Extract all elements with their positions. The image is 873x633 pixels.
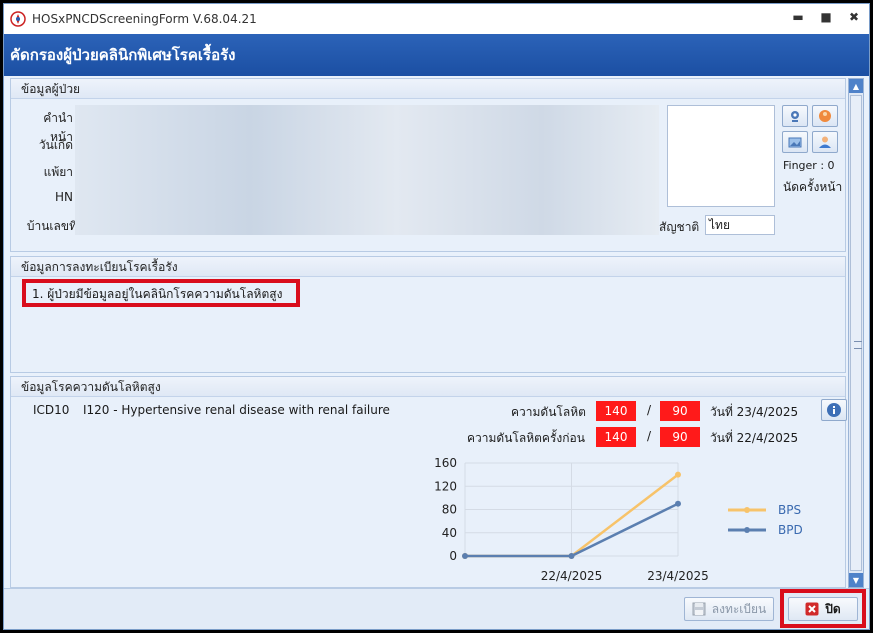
patient-info-group: ข้อมูลผู้ป่วย คำนำหน้า วันเกิด แพ้ยา HN … — [10, 78, 846, 252]
x-tick-label: 22/4/2025 — [541, 569, 603, 583]
redacted-patient-fields — [75, 105, 659, 235]
allergy-label: แพ้ยา — [43, 165, 73, 179]
finger-count: Finger : 0 — [783, 159, 835, 172]
patient-section-title: ข้อมูลผู้ป่วย — [11, 79, 845, 99]
next-appointment-label: นัดครั้งหน้า — [783, 180, 843, 194]
data-point-bpd — [675, 500, 681, 507]
webcam-button[interactable] — [782, 105, 808, 127]
scroll-down-icon[interactable]: ▼ — [849, 573, 863, 587]
y-tick-label: 0 — [449, 549, 457, 563]
user-icon — [819, 136, 831, 148]
vertical-scrollbar[interactable]: ▲ ▼ — [848, 78, 864, 588]
icd-label: ICD10 — [33, 403, 70, 417]
registration-section-title: ข้อมูลการลงทะเบียนโรคเรื้อรัง — [11, 257, 845, 277]
nationality-field[interactable]: ไทย — [705, 215, 775, 235]
person-button[interactable] — [812, 131, 838, 153]
y-tick-label: 80 — [442, 503, 457, 517]
close-icon — [805, 602, 819, 616]
maximize-icon[interactable]: ■ — [819, 10, 833, 24]
x-tick-label: 23/4/2025 — [647, 569, 709, 583]
birthdate-label: วันเกิด — [38, 138, 73, 152]
bp-trend-chart: 0 40 80 120 160 22/4/2025 23/4/2025 BPS BPD — [434, 456, 803, 583]
picture-icon — [788, 137, 802, 148]
registration-group: ข้อมูลการลงทะเบียนโรคเรื้อรัง 1. ผู้ป่วย… — [10, 256, 846, 373]
image-button[interactable] — [782, 131, 808, 153]
form-header: คัดกรองผู้ป่วยคลินิกพิเศษโรคเรื้อรัง — [4, 34, 869, 76]
legend-label-bps: BPS — [778, 503, 801, 517]
legend-label-bpd: BPD — [778, 523, 803, 537]
register-button[interactable]: ลงทะเบียน — [684, 597, 774, 621]
window-controls: ▬ ■ ✖ — [791, 10, 861, 24]
data-point-bpd — [462, 553, 468, 559]
webcam-icon — [791, 111, 799, 122]
close-label: ปิด — [825, 601, 841, 616]
legend-marker-bps — [744, 507, 750, 513]
minimize-icon[interactable]: ▬ — [791, 10, 805, 24]
y-tick-label: 40 — [442, 526, 457, 540]
footer-bar: ลงทะเบียน ปิด — [4, 588, 869, 629]
data-point-bps — [675, 471, 681, 478]
registration-item: 1. ผู้ป่วยมีข้อมูลอยู่ในคลินิกโรคความดัน… — [32, 287, 283, 301]
app-logo-icon — [10, 11, 26, 27]
form-title: คัดกรองผู้ป่วยคลินิกพิเศษโรคเรื้อรัง — [10, 46, 236, 64]
save-icon — [692, 602, 706, 616]
y-tick-label: 120 — [434, 479, 457, 493]
scroll-thumb[interactable] — [850, 95, 862, 571]
scroll-up-icon[interactable]: ▲ — [849, 79, 863, 93]
close-button[interactable]: ปิด — [788, 597, 858, 621]
patient-photo — [667, 105, 775, 207]
close-window-icon[interactable]: ✖ — [847, 10, 861, 24]
hn-label: HN — [55, 190, 73, 204]
title-bar: HOSxPNCDScreeningForm V.68.04.21 ▬ ■ ✖ — [4, 4, 869, 34]
window-title: HOSxPNCDScreeningForm V.68.04.21 — [32, 12, 257, 26]
legend-marker-bpd — [744, 527, 750, 533]
icd-diagnosis: I120 - Hypertensive renal disease with r… — [83, 403, 390, 417]
monk-button[interactable] — [812, 105, 838, 127]
address-label: บ้านเลขที่ — [26, 219, 77, 233]
app-window: HOSxPNCDScreeningForm V.68.04.21 ▬ ■ ✖ ค… — [3, 3, 870, 630]
register-label: ลงทะเบียน — [711, 601, 767, 616]
monk-icon — [819, 110, 831, 122]
y-tick-label: 160 — [434, 456, 457, 470]
data-point-bpd — [568, 553, 575, 559]
nationality-label: สัญชาติ — [659, 220, 700, 234]
